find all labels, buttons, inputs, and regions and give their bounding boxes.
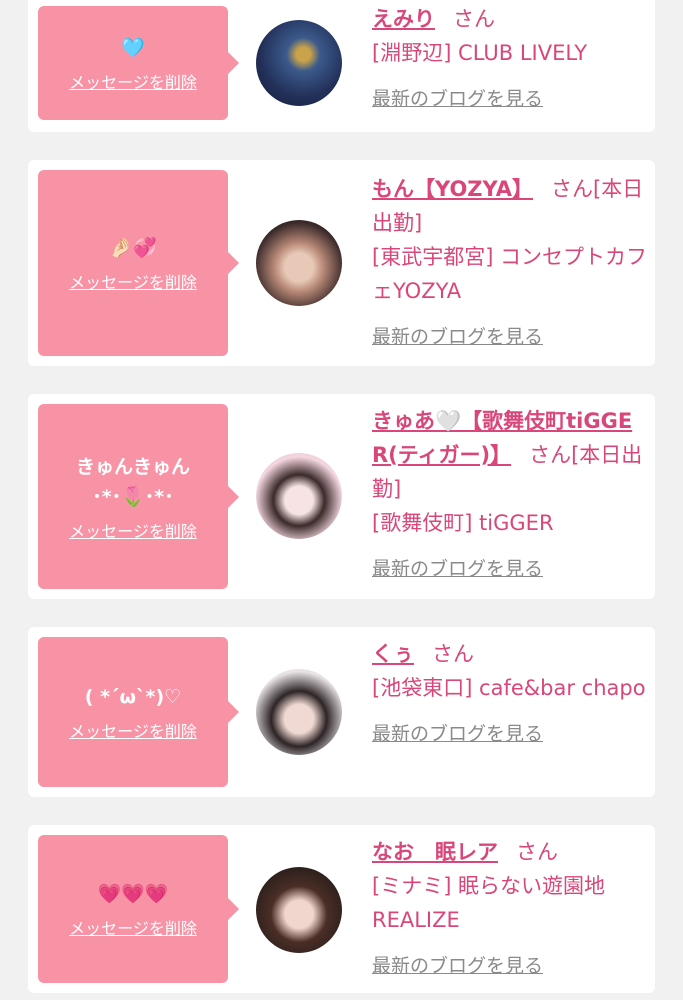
avatar[interactable] [256, 669, 342, 755]
shop-name: [歌舞伎町] tiGGER [372, 511, 554, 535]
delete-message-link[interactable]: メッセージを削除 [69, 718, 197, 742]
message-bubble: きゅんきゅん ･*･🌷･*･ メッセージを削除 [38, 404, 239, 589]
message-card: 🤌🏻💞 メッセージを削除 もん【YOZYA】 さん[本日出勤] [東武宇都宮] コ… [28, 160, 655, 366]
shop-name: [ミナミ] 眠らない遊園地REALIZE [372, 874, 606, 932]
name-line: えみり さん [372, 2, 648, 36]
shop-name: [東武宇都宮] コンセプトカフェYOZYA [372, 245, 648, 303]
user-info: きゅあ🤍【歌舞伎町tiGGER(ティガー)】 さん[本日出勤] [歌舞伎町] ti… [372, 404, 648, 586]
message-bubble: ( *´ω`*)♡ メッセージを削除 [38, 637, 239, 787]
message-card: 💗💗💗 メッセージを削除 なお 眠レア さん [ミナミ] 眠らない遊園地REALI… [28, 825, 655, 993]
message-bubble: 💗💗💗 メッセージを削除 [38, 835, 239, 983]
avatar[interactable] [256, 20, 342, 106]
name-line: なお 眠レア さん [372, 835, 648, 869]
user-info: くぅ さん [池袋東口] cafe&bar chapo 最新のブログを見る [372, 637, 648, 751]
message-card: きゅんきゅん ･*･🌷･*･ メッセージを削除 きゅあ🤍【歌舞伎町tiGGER(… [28, 394, 655, 599]
user-name-link[interactable]: もん【YOZYA】 [372, 177, 533, 201]
message-text: 🩵 [121, 37, 145, 59]
honorific: さん [516, 840, 558, 864]
honorific: さん [453, 7, 495, 31]
delete-message-link[interactable]: メッセージを削除 [69, 69, 197, 93]
user-info: もん【YOZYA】 さん[本日出勤] [東武宇都宮] コンセプトカフェYOZYA … [372, 172, 648, 354]
avatar[interactable] [256, 453, 342, 539]
message-list: 🩵 メッセージを削除 えみり さん [淵野辺] CLUB LIVELY 最新のブロ… [0, 0, 683, 1000]
name-line: もん【YOZYA】 さん[本日出勤] [372, 172, 648, 240]
user-name-link[interactable]: くぅ [372, 642, 414, 666]
message-text: ( *´ω`*)♡ [84, 686, 182, 708]
shop-name: [淵野辺] CLUB LIVELY [372, 41, 588, 65]
latest-blog-link[interactable]: 最新のブログを見る [372, 320, 648, 354]
shop-name: [池袋東口] cafe&bar chapo [372, 676, 646, 700]
delete-message-link[interactable]: メッセージを削除 [69, 269, 197, 293]
latest-blog-link[interactable]: 最新のブログを見る [372, 552, 648, 586]
message-text: 🤌🏻💞 [109, 237, 157, 259]
name-line: きゅあ🤍【歌舞伎町tiGGER(ティガー)】 さん[本日出勤] [372, 404, 648, 506]
user-name-link[interactable]: なお 眠レア [372, 840, 498, 864]
message-text: きゅんきゅん ･*･🌷･*･ [75, 455, 190, 508]
latest-blog-link[interactable]: 最新のブログを見る [372, 949, 648, 983]
honorific: さん [432, 642, 474, 666]
name-line: くぅ さん [372, 637, 648, 671]
latest-blog-link[interactable]: 最新のブログを見る [372, 717, 648, 751]
message-card: ( *´ω`*)♡ メッセージを削除 くぅ さん [池袋東口] cafe&bar … [28, 627, 655, 797]
user-name-link[interactable]: えみり [372, 7, 435, 31]
delete-message-link[interactable]: メッセージを削除 [69, 915, 197, 939]
message-card: 🩵 メッセージを削除 えみり さん [淵野辺] CLUB LIVELY 最新のブロ… [28, 0, 655, 132]
message-bubble: 🤌🏻💞 メッセージを削除 [38, 170, 239, 356]
latest-blog-link[interactable]: 最新のブログを見る [372, 82, 648, 116]
avatar[interactable] [256, 867, 342, 953]
user-info: えみり さん [淵野辺] CLUB LIVELY 最新のブログを見る [372, 2, 648, 116]
avatar[interactable] [256, 220, 342, 306]
message-bubble: 🩵 メッセージを削除 [38, 6, 239, 120]
user-info: なお 眠レア さん [ミナミ] 眠らない遊園地REALIZE 最新のブログを見る [372, 835, 648, 983]
message-text: 💗💗💗 [97, 883, 169, 905]
delete-message-link[interactable]: メッセージを削除 [69, 518, 197, 542]
